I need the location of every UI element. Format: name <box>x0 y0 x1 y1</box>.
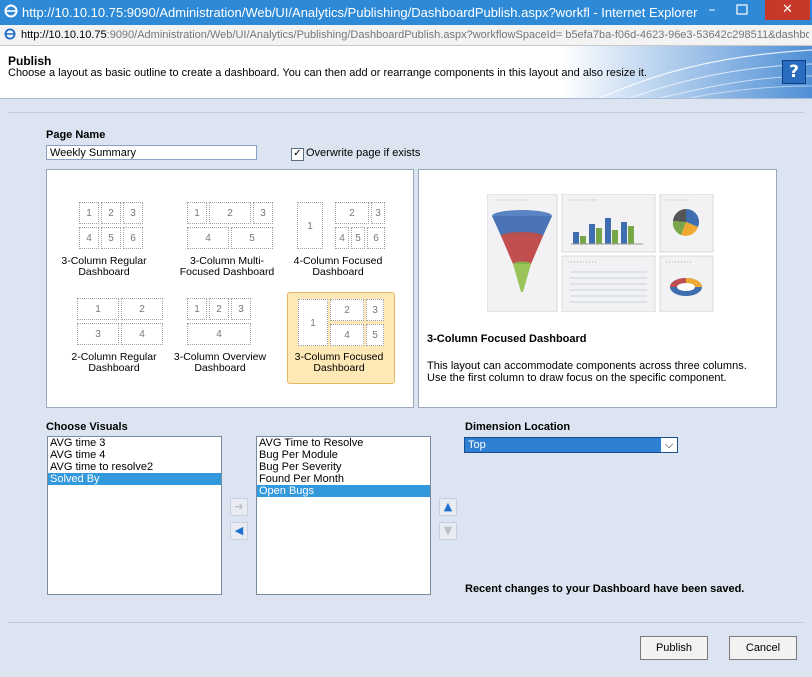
dimension-location-select[interactable]: Top ⌵ <box>464 437 678 453</box>
layout-cell: 2 <box>209 202 251 224</box>
choose-visuals-label: Choose Visuals <box>46 421 128 433</box>
layout-cell: 2 <box>101 202 121 224</box>
list-item[interactable]: AVG time to resolve2 <box>48 461 221 473</box>
list-item[interactable]: Open Bugs <box>257 485 430 497</box>
layout-cell: 2 <box>121 298 163 320</box>
layout-4-column-focused[interactable]: 1 2 3 4 5 6 4-Column Focused Dashboard <box>287 200 395 288</box>
layout-caption: 3-Column Multi- Focused Dashboard <box>179 255 275 278</box>
page-icon <box>4 28 16 40</box>
layout-cell: 3 <box>231 298 251 320</box>
layout-3-column-overview[interactable]: 1 2 3 4 3-Column Overview Dashboard <box>173 296 281 384</box>
move-right-button[interactable]: ➜ <box>230 498 248 516</box>
preview-description: This layout can accommodate components a… <box>427 360 747 384</box>
layout-cell: 5 <box>351 227 365 249</box>
selected-visuals-list[interactable]: AVG Time to Resolve Bug Per Module Bug P… <box>256 436 431 595</box>
list-item[interactable]: AVG Time to Resolve <box>257 437 430 449</box>
layout-cell: 1 <box>298 299 328 346</box>
layout-cell: 4 <box>79 227 99 249</box>
layout-preview-illustration <box>487 194 714 312</box>
layout-cell: 1 <box>187 298 207 320</box>
window-title: http://10.10.10.75:9090/Administration/W… <box>22 5 698 20</box>
layout-cell: 5 <box>366 324 384 346</box>
layout-2-column-regular[interactable]: 1 2 3 4 2-Column Regular Dashboard <box>65 296 173 384</box>
layout-caption: 3-Column Regular Dashboard <box>61 255 147 278</box>
list-item[interactable]: Solved By <box>48 473 221 485</box>
layout-cell: 2 <box>335 202 369 224</box>
layout-cell: 4 <box>121 323 163 345</box>
layout-cell: 3 <box>253 202 273 224</box>
help-icon[interactable]: ? <box>782 60 806 84</box>
page-name-label: Page Name <box>46 129 106 141</box>
address-bar[interactable]: http://10.10.10.75:9090/Administration/W… <box>0 25 812 46</box>
layout-gallery: 1 2 3 4 5 6 3-Column Regular Dashboard 1 … <box>46 169 414 408</box>
layout-cell: 1 <box>79 202 99 224</box>
close-button[interactable]: ✕ <box>765 0 810 20</box>
layout-cell: 4 <box>187 227 229 249</box>
page-name-input[interactable]: Weekly Summary <box>46 145 257 160</box>
layout-cell: 1 <box>187 202 207 224</box>
available-visuals-list[interactable]: AVG time 3 AVG time 4 AVG time to resolv… <box>47 436 222 595</box>
layout-cell: 5 <box>231 227 273 249</box>
dimension-location-label: Dimension Location <box>465 421 571 433</box>
layout-cell: 4 <box>187 323 251 345</box>
publish-button[interactable]: Publish <box>640 636 708 660</box>
layout-3-column-regular[interactable]: 1 2 3 4 5 6 3-Column Regular Dashboard <box>61 200 173 288</box>
ie-window: http://10.10.10.75:9090/Administration/W… <box>0 0 812 677</box>
layout-cell: 3 <box>123 202 143 224</box>
layout-3-column-focused[interactable]: 1 2 3 4 5 3-Column Focused Dashboard <box>287 292 395 384</box>
internet-explorer-icon <box>4 4 18 18</box>
layout-caption: 3-Column Focused Dashboard <box>294 351 384 374</box>
layout-cell: 4 <box>335 227 349 249</box>
maximize-button[interactable] <box>733 2 751 18</box>
list-item[interactable]: AVG time 4 <box>48 449 221 461</box>
layout-cell: 2 <box>330 299 364 321</box>
layout-cell: 3 <box>371 202 385 224</box>
title-bar: http://10.10.10.75:9090/Administration/W… <box>0 0 812 25</box>
chevron-down-icon[interactable]: ⌵ <box>661 438 677 452</box>
layout-cell: 2 <box>209 298 229 320</box>
layout-cell: 4 <box>330 324 364 346</box>
dialog-header: Publish Choose a layout as basic outline… <box>0 46 812 99</box>
address-url[interactable]: http://10.10.10.75:9090/Administration/W… <box>21 29 809 41</box>
layout-cell: 3 <box>77 323 119 345</box>
layout-caption: 2-Column Regular Dashboard <box>71 351 157 374</box>
overwrite-label: Overwrite page if exists <box>306 147 421 159</box>
list-item[interactable]: Bug Per Module <box>257 449 430 461</box>
layout-cell: 3 <box>366 299 384 321</box>
move-down-button[interactable]: ▼ <box>439 522 457 540</box>
layout-caption: 3-Column Overview Dashboard <box>173 351 267 374</box>
layout-cell: 1 <box>297 202 323 249</box>
move-left-button[interactable]: ◀ <box>230 522 248 540</box>
overwrite-checkbox[interactable]: ✓ <box>291 148 304 161</box>
status-message: Recent changes to your Dashboard have be… <box>465 583 745 595</box>
layout-cell: 6 <box>123 227 143 249</box>
layout-caption: 4-Column Focused Dashboard <box>293 255 383 278</box>
cancel-button[interactable]: Cancel <box>729 636 797 660</box>
dialog-title: Publish <box>8 54 52 68</box>
list-item[interactable]: Found Per Month <box>257 473 430 485</box>
move-up-button[interactable]: ▲ <box>439 498 457 516</box>
layout-3-column-multi-focused[interactable]: 1 2 3 4 5 3-Column Multi- Focused Dashboa… <box>173 200 281 288</box>
layout-cell: 6 <box>367 227 385 249</box>
preview-title: 3-Column Focused Dashboard <box>427 333 587 345</box>
layout-cell: 1 <box>77 298 119 320</box>
list-item[interactable]: Bug Per Severity <box>257 461 430 473</box>
dialog-description: Choose a layout as basic outline to crea… <box>8 67 648 79</box>
layout-cell: 5 <box>101 227 121 249</box>
minimize-button[interactable]: – <box>703 3 721 19</box>
list-item[interactable]: AVG time 3 <box>48 437 221 449</box>
